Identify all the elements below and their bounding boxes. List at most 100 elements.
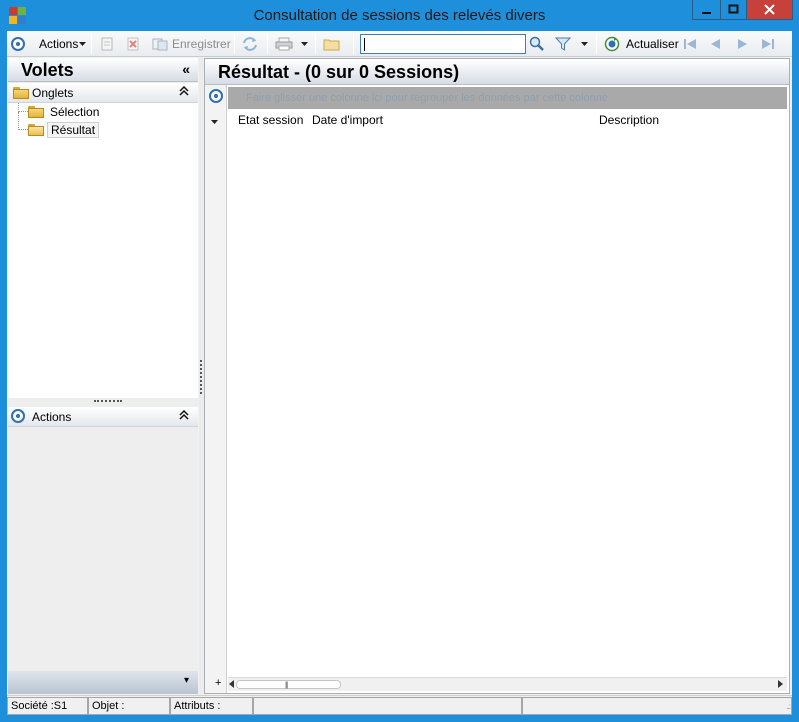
- column-header-description[interactable]: Description: [599, 113, 659, 127]
- folder-button[interactable]: [323, 34, 341, 54]
- tree-connector: [18, 112, 28, 130]
- column-header-session-state[interactable]: Etat session: [238, 113, 303, 127]
- magnifier-icon: [529, 36, 544, 51]
- first-record-icon: [684, 39, 696, 49]
- thumb-grip: |||: [285, 682, 289, 689]
- target-button[interactable]: [11, 34, 25, 54]
- delete-button[interactable]: [126, 34, 140, 54]
- toolbar-separator: [353, 34, 354, 54]
- tree-item-result[interactable]: Résultat: [28, 121, 100, 139]
- search-input[interactable]: [360, 34, 526, 54]
- group-by-hint: Faire glisser une colonne ici pour regro…: [246, 92, 608, 104]
- folder-icon: [28, 106, 44, 118]
- panes-menu-button[interactable]: ▾: [184, 675, 189, 686]
- caret-down-icon: [79, 42, 87, 46]
- tree-item-label: Résultat: [47, 122, 100, 138]
- tree-item-selection[interactable]: Sélection: [28, 103, 102, 121]
- add-row-button[interactable]: +: [215, 677, 221, 689]
- delete-icon: [127, 37, 139, 51]
- minimize-button[interactable]: [692, 0, 721, 20]
- actions-menu-label: Actions: [39, 37, 79, 51]
- toolbar-separator: [315, 34, 316, 54]
- filter-options-dropdown[interactable]: [581, 34, 589, 54]
- save-icon: [152, 38, 168, 51]
- print-icon: [275, 37, 293, 51]
- actions-group-header[interactable]: Actions: [8, 407, 198, 427]
- refresh-button[interactable]: Actualiser: [604, 34, 679, 54]
- next-record-button[interactable]: [734, 34, 750, 54]
- column-header-import-date[interactable]: Date d'import: [312, 113, 383, 127]
- close-icon: [763, 4, 775, 15]
- refresh-label: Actualiser: [626, 37, 679, 51]
- previous-record-icon: [711, 39, 720, 49]
- toolbar-separator: [596, 34, 597, 54]
- toolbar: Actions Enregistrer Actualiser: [7, 31, 792, 57]
- status-object: Objet :: [88, 697, 170, 715]
- actions-menu-button[interactable]: Actions: [39, 34, 87, 54]
- group-by-area[interactable]: Faire glisser une colonne ici pour regro…: [228, 87, 787, 109]
- title-bar[interactable]: Consultation de sessions des relevés div…: [0, 0, 799, 32]
- text-caret: [364, 38, 365, 51]
- horizontal-scrollbar[interactable]: + |||: [215, 677, 787, 691]
- minimize-icon: [701, 11, 711, 14]
- previous-record-button[interactable]: [708, 34, 724, 54]
- save-button[interactable]: Enregistrer: [152, 34, 231, 54]
- tree-item-label: Sélection: [50, 105, 100, 119]
- status-bar: Société :S1 Objet : Attributs : ..:: [7, 695, 792, 715]
- column-chooser-dropdown[interactable]: [211, 118, 219, 127]
- print-options-dropdown[interactable]: [301, 34, 309, 54]
- collapse-panes-button[interactable]: «: [182, 61, 190, 77]
- grid-row-selector: [205, 85, 227, 693]
- folder-icon: [323, 39, 340, 51]
- result-panel: Résultat - (0 sur 0 Sessions) Faire glis…: [204, 58, 790, 694]
- resize-grip[interactable]: ..:: [786, 702, 791, 711]
- sync-button[interactable]: [241, 34, 259, 54]
- last-record-icon: [762, 39, 774, 49]
- new-document-icon: [101, 37, 113, 51]
- maximize-button[interactable]: [721, 0, 747, 20]
- toolbar-separator: [91, 34, 92, 54]
- collapse-chevron-icon[interactable]: [179, 85, 189, 99]
- panes-footer: ▾: [8, 671, 198, 694]
- sync-icon: [243, 37, 257, 51]
- result-header: Résultat - (0 sur 0 Sessions): [205, 59, 789, 85]
- panes-sidebar: Volets « Onglets Sélection Résultat Acti…: [8, 58, 198, 694]
- tree-connector: [18, 103, 28, 112]
- close-button[interactable]: [747, 0, 793, 20]
- maximize-icon: [728, 4, 738, 14]
- save-label: Enregistrer: [172, 37, 231, 51]
- print-button[interactable]: [275, 34, 293, 54]
- scroll-right-icon[interactable]: [778, 680, 783, 688]
- scrollbar-thumb[interactable]: |||: [236, 680, 341, 689]
- actions-list: [8, 427, 198, 671]
- scroll-left-icon[interactable]: [229, 680, 234, 688]
- result-title: Résultat - (0 sur 0 Sessions): [218, 62, 460, 82]
- next-record-icon: [738, 39, 747, 49]
- open-folder-icon: [28, 124, 44, 136]
- caret-down-icon: [211, 120, 218, 124]
- grid-body[interactable]: [228, 129, 787, 675]
- filter-icon: [555, 37, 571, 51]
- tabs-tree: Sélection Résultat: [8, 103, 198, 398]
- panes-header: Volets «: [8, 58, 198, 82]
- target-icon: [11, 37, 25, 51]
- window-title: Consultation de sessions des relevés div…: [253, 7, 546, 24]
- tabs-group-header[interactable]: Onglets: [8, 83, 198, 103]
- caret-down-icon: [301, 42, 308, 46]
- horizontal-splitter-grip[interactable]: [94, 400, 122, 402]
- actions-group-label: Actions: [32, 410, 72, 424]
- application-window: Consultation de sessions des relevés div…: [0, 0, 799, 722]
- new-button[interactable]: [100, 34, 114, 54]
- refresh-icon: [604, 36, 620, 52]
- first-record-button[interactable]: [682, 34, 698, 54]
- target-icon: [11, 409, 25, 423]
- collapse-chevron-icon[interactable]: [179, 409, 189, 423]
- filter-button[interactable]: [555, 34, 571, 54]
- last-record-button[interactable]: [760, 34, 776, 54]
- tabs-group-label: Onglets: [32, 86, 74, 100]
- toolbar-separator: [234, 34, 235, 54]
- status-company: Société :S1: [7, 697, 88, 715]
- search-button[interactable]: [529, 34, 545, 54]
- grid-options-icon[interactable]: [209, 89, 223, 103]
- panes-title: Volets: [21, 60, 74, 80]
